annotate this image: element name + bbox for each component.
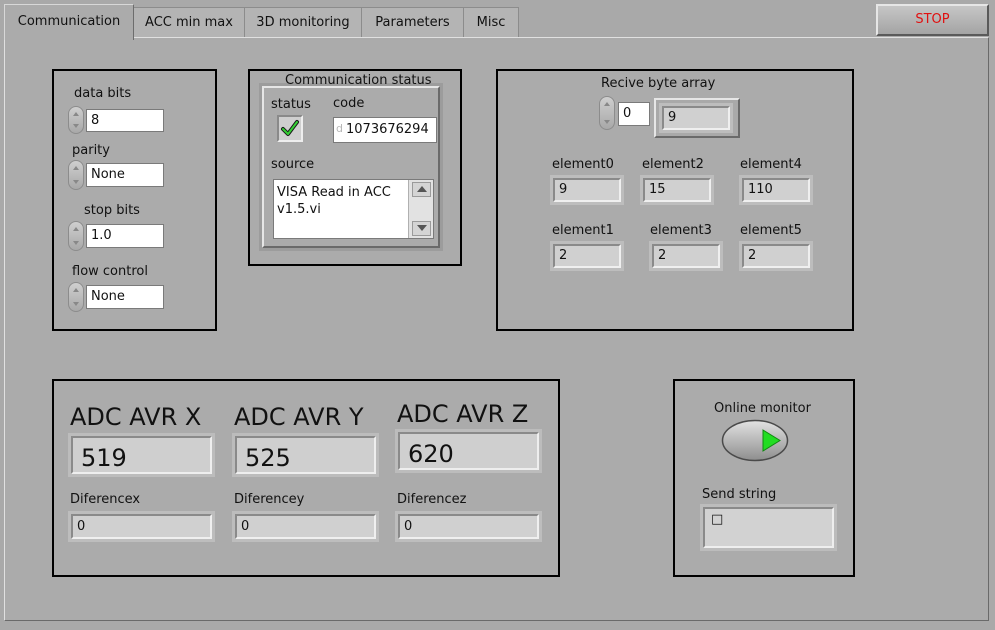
tab-communication[interactable]: Communication	[4, 4, 134, 40]
element4-value: 110	[739, 175, 813, 205]
tab-bar: Communication ACC min max 3D monitoring …	[0, 0, 995, 40]
code-radix-label: d	[336, 122, 343, 135]
stop-button[interactable]: STOP	[876, 4, 989, 36]
checkmark-icon	[281, 120, 299, 136]
source-textbox[interactable]: VISA Read in ACC v1.5.vi	[273, 179, 434, 239]
tab-3d-monitoring[interactable]: 3D monitoring	[244, 7, 362, 37]
diferencex-value: 0	[68, 511, 215, 542]
adc-z-value: 620	[395, 429, 542, 473]
status-label: status	[271, 97, 311, 112]
send-string-label: Send string	[702, 487, 777, 502]
element3-label: element3	[650, 223, 712, 238]
flow-control-select[interactable]: None	[86, 285, 164, 309]
element4-label: element4	[740, 157, 802, 172]
scroll-up-icon[interactable]	[412, 182, 431, 197]
code-field: d 1073676294	[333, 117, 437, 143]
diferencex-label: Diferencex	[70, 492, 141, 507]
source-label: source	[271, 157, 315, 172]
send-string-input[interactable]: □	[700, 504, 837, 551]
diferencey-value: 0	[232, 511, 379, 542]
element5-value: 2	[739, 241, 813, 271]
play-icon	[721, 419, 789, 462]
code-value: 1073676294	[346, 122, 429, 137]
adc-y-value: 525	[232, 433, 379, 477]
data-bits-spinner[interactable]	[68, 106, 84, 134]
diferencez-value: 0	[395, 511, 542, 542]
source-scrollbar[interactable]	[408, 180, 433, 238]
status-indicator	[277, 115, 303, 142]
data-bits-input[interactable]: 8	[86, 109, 164, 132]
array-index-spinner[interactable]	[599, 96, 615, 130]
parity-label: parity	[72, 143, 110, 158]
flow-control-label: flow control	[72, 264, 148, 279]
adc-x-value: 519	[68, 433, 215, 477]
communication-status-title: Communication status	[285, 73, 432, 88]
adc-x-label: ADC AVR X	[70, 403, 202, 431]
data-bits-label: data bits	[74, 86, 132, 101]
array-element-value: 9	[659, 103, 733, 133]
element0-value: 9	[550, 175, 624, 205]
code-label: code	[333, 96, 365, 111]
scroll-down-icon[interactable]	[412, 221, 431, 236]
online-monitor-label: Online monitor	[714, 401, 811, 416]
stop-bits-select[interactable]: 1.0	[86, 224, 164, 248]
element5-label: element5	[740, 223, 802, 238]
parity-select[interactable]: None	[86, 163, 164, 187]
tab-parameters[interactable]: Parameters	[361, 7, 464, 37]
source-text: VISA Read in ACC v1.5.vi	[277, 185, 391, 217]
adc-y-label: ADC AVR Y	[234, 403, 364, 431]
stop-bits-spinner[interactable]	[68, 221, 84, 251]
tab-misc[interactable]: Misc	[463, 7, 519, 37]
stop-bits-label: stop bits	[84, 203, 140, 218]
element0-label: element0	[552, 157, 614, 172]
parity-spinner[interactable]	[68, 160, 84, 190]
adc-z-label: ADC AVR Z	[397, 400, 529, 428]
element2-value: 15	[640, 175, 714, 205]
element1-label: element1	[552, 223, 614, 238]
diferencez-label: Diferencez	[397, 492, 467, 507]
online-monitor-button[interactable]	[721, 419, 789, 462]
element2-label: element2	[642, 157, 704, 172]
element3-value: 2	[649, 241, 723, 271]
diferencey-label: Diferencey	[234, 492, 305, 507]
tab-acc-min-max[interactable]: ACC min max	[133, 7, 245, 37]
element1-value: 2	[550, 241, 624, 271]
array-index-input[interactable]: 0	[618, 102, 650, 126]
receive-array-title: Recive byte array	[601, 76, 716, 91]
flow-control-spinner[interactable]	[68, 282, 84, 312]
